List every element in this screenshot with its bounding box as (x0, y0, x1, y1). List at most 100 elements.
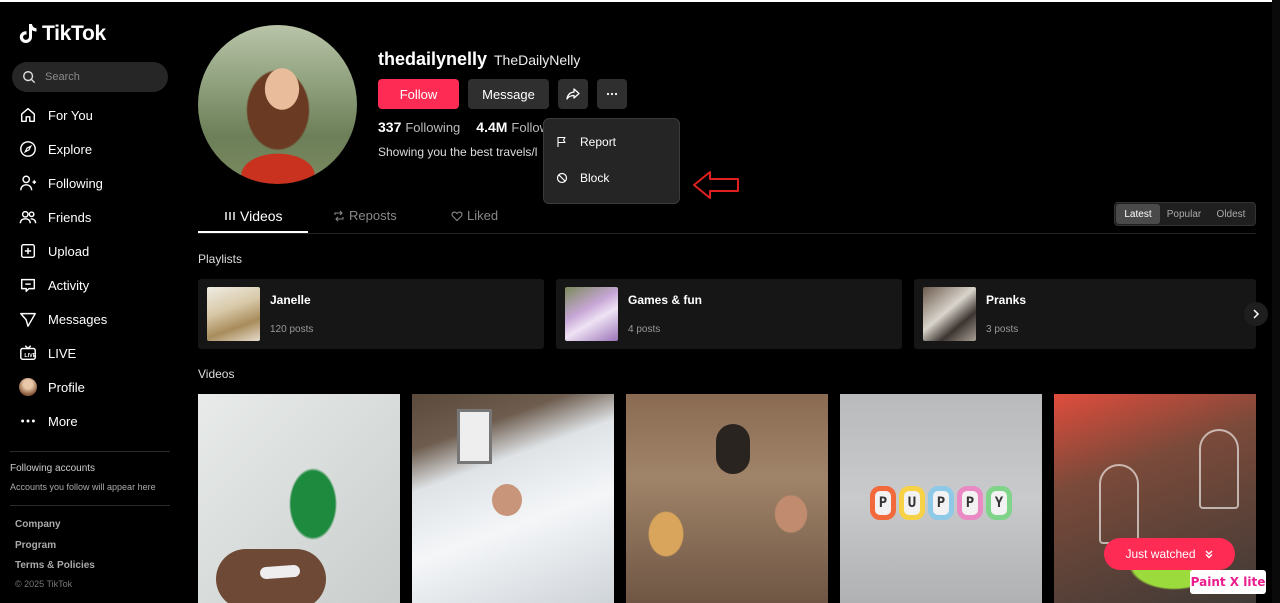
just-watched-label: Just watched (1125, 547, 1196, 561)
playlist-card[interactable]: Janelle 120 posts (198, 279, 544, 349)
footer-links: Company Program Terms & Policies (15, 519, 95, 581)
users-icon (19, 210, 37, 224)
video-thumbnail[interactable] (412, 394, 614, 603)
sidebar-item-label: Following (48, 175, 103, 191)
puppy-letter: U (899, 486, 925, 520)
just-watched-button[interactable]: Just watched (1104, 538, 1235, 570)
puppy-letters: P U P P Y (870, 486, 1012, 520)
videos-title: Videos (198, 367, 235, 381)
live-tv-icon: LIVE (20, 345, 37, 361)
avatar (19, 378, 37, 396)
window-shape (457, 409, 492, 464)
paint-x-lite-watermark: Paint X lite (1190, 570, 1266, 594)
logo-text: TikTok (42, 22, 106, 45)
sidebar-item-friends[interactable]: Friends (0, 200, 180, 234)
puppy-letter: P (957, 486, 983, 520)
tab-reposts[interactable]: Reposts (333, 208, 397, 223)
block-icon (556, 172, 568, 184)
search-input[interactable] (45, 71, 155, 83)
report-menu-item[interactable]: Report (556, 135, 616, 149)
footer-link-program[interactable]: Program (15, 540, 95, 561)
sort-latest-button[interactable]: Latest (1116, 204, 1160, 224)
more-horizontal-icon (606, 92, 618, 96)
sidebar-item-label: Explore (48, 141, 93, 157)
tab-videos[interactable]: Videos (224, 208, 283, 224)
followers-count[interactable]: 4.4M (476, 119, 507, 135)
top-border (0, 0, 1280, 2)
video-thumbnail[interactable] (626, 394, 828, 603)
flag-icon (557, 136, 566, 147)
sidebar-item-following[interactable]: Following (0, 166, 180, 200)
send-icon (20, 312, 36, 327)
sidebar-item-activity[interactable]: Activity (0, 268, 180, 302)
playlist-thumbnail (565, 287, 618, 341)
chevron-right-icon (1253, 309, 1260, 319)
sidebar-item-profile[interactable]: Profile (0, 370, 180, 404)
following-count[interactable]: 337 (378, 119, 401, 135)
share-button[interactable] (558, 79, 588, 109)
sidebar-item-more[interactable]: More (0, 404, 180, 438)
sidebar-item-label: For You (48, 107, 93, 123)
user-plus-icon (20, 175, 37, 191)
annotation-arrow-icon (693, 171, 739, 199)
search-icon (23, 71, 36, 84)
playlist-thumbnail (207, 287, 260, 341)
more-options-menu: Report Block (543, 118, 680, 204)
video-thumbnail[interactable]: P U P P Y (840, 394, 1042, 603)
sidebar-item-messages[interactable]: Messages (0, 302, 180, 336)
repost-icon (334, 210, 344, 221)
active-tab-indicator (198, 231, 308, 233)
sort-oldest-button[interactable]: Oldest (1208, 204, 1254, 224)
profile-bio: Showing you the best travels/l (378, 145, 538, 159)
sidebar-item-label: Profile (48, 379, 85, 395)
tab-label: Liked (467, 208, 499, 223)
sidebar-nav: For You Explore Following Friends Upload… (0, 98, 180, 438)
profile-nickname: TheDailyNelly (494, 52, 581, 68)
heart-lock-icon (451, 211, 463, 221)
puppy-letter: P (928, 486, 954, 520)
compass-icon (20, 141, 36, 157)
sidebar-item-label: More (48, 413, 78, 429)
search-box[interactable] (12, 62, 168, 92)
follow-button[interactable]: Follow (378, 79, 459, 109)
tab-divider (198, 233, 1256, 234)
puppy-letter: Y (986, 486, 1012, 520)
scrollbar-track[interactable] (1272, 0, 1280, 603)
tab-liked[interactable]: Liked (451, 208, 498, 223)
face-shape (492, 484, 522, 516)
more-options-button[interactable] (597, 79, 627, 109)
playlist-title: Games & fun (628, 293, 703, 307)
home-icon (20, 107, 36, 123)
sidebar-item-explore[interactable]: Explore (0, 132, 180, 166)
sidebar-item-label: LIVE (48, 345, 77, 361)
grid-bars-icon (225, 212, 235, 220)
video-thumbnail[interactable] (198, 394, 400, 603)
profile-username: thedailynelly (378, 49, 488, 69)
following-accounts-subtitle: Accounts you follow will appear here (10, 482, 156, 492)
playlists-title: Playlists (198, 252, 243, 266)
tab-label: Videos (240, 208, 283, 224)
copyright: © 2025 TikTok (15, 579, 73, 589)
sort-popular-button[interactable]: Popular (1160, 204, 1208, 224)
report-label: Report (580, 135, 617, 149)
tiktok-logo[interactable]: TikTok (18, 22, 106, 46)
sidebar-item-upload[interactable]: Upload (0, 234, 180, 268)
sidebar-item-label: Upload (48, 243, 90, 259)
playlists-next-button[interactable] (1244, 302, 1268, 326)
footer-link-terms[interactable]: Terms & Policies (15, 560, 95, 581)
message-button[interactable]: Message (468, 79, 549, 109)
sidebar-item-label: Activity (48, 277, 90, 293)
footer-link-company[interactable]: Company (15, 519, 95, 540)
playlist-card[interactable]: Pranks 3 posts (914, 279, 1256, 349)
playlist-card[interactable]: Games & fun 4 posts (556, 279, 902, 349)
divider (10, 451, 170, 452)
block-menu-item[interactable]: Block (556, 171, 609, 185)
sidebar-item-live[interactable]: LIVE LIVE (0, 336, 180, 370)
playlist-title: Pranks (986, 293, 1027, 307)
profile-avatar (198, 25, 357, 184)
sidebar: TikTok For You Explore Following Friends… (0, 0, 180, 603)
svg-text:LIVE: LIVE (24, 353, 36, 359)
tiktok-note-icon (19, 24, 37, 43)
playlist-count: 120 posts (270, 324, 314, 335)
sidebar-item-for-you[interactable]: For You (0, 98, 180, 132)
